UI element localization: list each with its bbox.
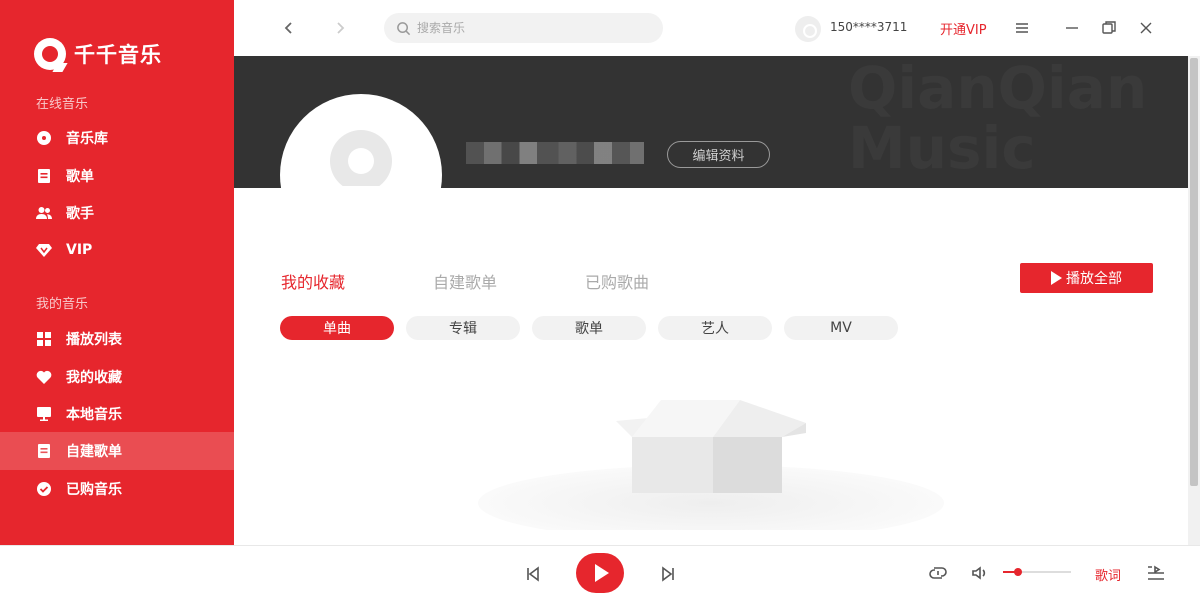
topbar: 150****3711 开通VIP	[234, 0, 1200, 56]
next-track-button[interactable]	[657, 563, 679, 585]
user-avatar[interactable]	[795, 16, 821, 42]
sidebar-item-vip[interactable]: VIP	[0, 231, 234, 269]
lyrics-button[interactable]: 歌词	[1095, 565, 1121, 584]
section-title-online: 在线音乐	[36, 97, 89, 112]
play-mode-button[interactable]	[926, 561, 950, 585]
volume-knob[interactable]	[1013, 568, 1022, 576]
sidebar-item-favorites[interactable]: 我的收藏	[0, 358, 234, 396]
hamburger-menu-icon	[1016, 23, 1028, 33]
back-button[interactable]	[279, 18, 299, 38]
sidebar-item-label: 已购音乐	[66, 482, 122, 498]
queue-list-icon	[1148, 565, 1164, 580]
sidebar-item-playlists[interactable]: 歌单	[0, 157, 234, 195]
sidebar-item-custom-playlists[interactable]: 自建歌单	[0, 432, 234, 470]
skip-next-icon	[662, 566, 674, 582]
open-vip-link[interactable]: 开通VIP	[940, 19, 987, 38]
filter-albums[interactable]: 专辑	[406, 316, 520, 340]
app-logo[interactable]: 千千音乐	[34, 38, 162, 70]
sidebar-item-play-queue[interactable]: 播放列表	[0, 320, 234, 358]
sidebar-item-label: 播放列表	[66, 332, 122, 348]
volume-slider[interactable]	[1003, 568, 1071, 576]
filter-singles[interactable]: 单曲	[280, 316, 394, 340]
empty-box-illustration	[478, 400, 944, 530]
monitor-icon	[36, 406, 52, 422]
sidebar-item-label: 歌手	[66, 206, 94, 222]
volume-button[interactable]	[968, 561, 992, 585]
section-title-mine: 我的音乐	[36, 297, 89, 312]
restore-window-icon	[1102, 21, 1116, 34]
singer-icon	[36, 205, 52, 221]
menu-button[interactable]	[1010, 16, 1034, 40]
filter-playlists[interactable]: 歌单	[532, 316, 646, 340]
grid-icon	[36, 331, 52, 347]
minimize-icon	[1066, 27, 1078, 29]
scrollbar-thumb[interactable]	[1190, 58, 1198, 486]
check-circle-icon	[36, 481, 52, 497]
tab-my-favorites[interactable]: 我的收藏	[281, 269, 345, 293]
close-button[interactable]	[1134, 16, 1158, 40]
search-box[interactable]	[384, 13, 663, 43]
playlist-queue-button[interactable]	[1144, 561, 1168, 585]
sidebar-item-singers[interactable]: 歌手	[0, 194, 234, 232]
forward-button[interactable]	[330, 18, 350, 38]
play-all-button[interactable]: 播放全部	[1020, 263, 1153, 293]
playlist-icon	[36, 443, 52, 459]
player-bar: 歌词	[0, 545, 1200, 600]
tab-purchased-songs[interactable]: 已购歌曲	[585, 269, 649, 293]
sidebar-item-label: 歌单	[66, 169, 94, 185]
restore-button[interactable]	[1097, 16, 1121, 40]
close-icon	[1140, 22, 1152, 34]
chevron-right-icon	[337, 22, 345, 34]
watermark-line: QianQian	[848, 56, 1148, 122]
logo-icon	[34, 38, 66, 70]
disc-icon	[36, 130, 52, 146]
play-icon	[1051, 271, 1062, 285]
previous-track-button[interactable]	[522, 563, 544, 585]
repeat-one-icon	[929, 567, 947, 579]
search-input[interactable]	[417, 21, 637, 35]
scrollbar[interactable]	[1188, 56, 1200, 545]
sidebar-item-label: 音乐库	[66, 131, 108, 147]
sidebar-item-label: 本地音乐	[66, 407, 122, 423]
sidebar: 千千音乐 在线音乐 音乐库 歌单 歌手 VIP 我的音乐 播放列表 我的收藏 本…	[0, 0, 234, 545]
play-pause-button[interactable]	[576, 553, 624, 593]
user-account[interactable]: 150****3711	[830, 20, 907, 34]
filter-mv[interactable]: MV	[784, 316, 898, 340]
default-avatar-icon	[330, 130, 392, 186]
tab-custom-playlists[interactable]: 自建歌单	[433, 269, 497, 293]
edit-profile-button[interactable]: 编辑资料	[667, 141, 770, 168]
sidebar-item-purchased-music[interactable]: 已购音乐	[0, 470, 234, 508]
sidebar-item-local-music[interactable]: 本地音乐	[0, 395, 234, 433]
minimize-button[interactable]	[1060, 16, 1084, 40]
username-blurred	[466, 142, 644, 164]
skip-previous-icon	[527, 566, 539, 582]
play-all-label: 播放全部	[1066, 271, 1122, 287]
sidebar-item-label: 自建歌单	[66, 444, 122, 460]
diamond-icon	[36, 242, 52, 258]
watermark-line: Music	[848, 114, 1036, 182]
chevron-left-icon	[284, 22, 292, 34]
playlist-icon	[36, 168, 52, 184]
banner-watermark: QianQian Music	[848, 58, 1147, 178]
volume-icon	[972, 566, 986, 580]
sidebar-item-label: 我的收藏	[66, 370, 122, 386]
search-icon	[397, 21, 411, 35]
heart-icon	[36, 369, 52, 385]
sidebar-item-music-library[interactable]: 音乐库	[0, 119, 234, 157]
filter-artists[interactable]: 艺人	[658, 316, 772, 340]
sidebar-item-label: VIP	[66, 242, 93, 258]
play-icon	[595, 564, 609, 582]
app-name: 千千音乐	[74, 43, 162, 67]
